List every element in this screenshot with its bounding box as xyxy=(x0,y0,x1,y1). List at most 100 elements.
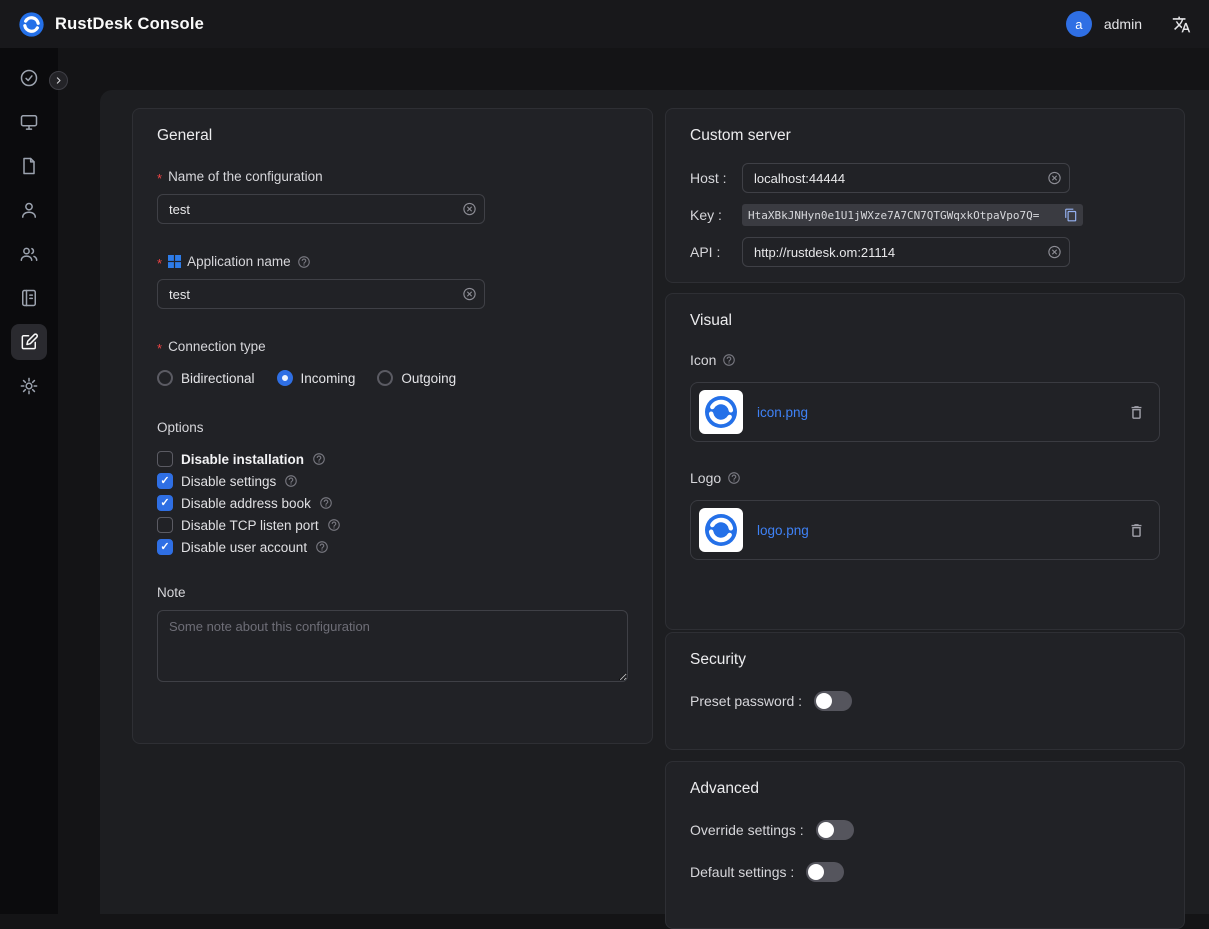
logo-label: Logo xyxy=(690,470,1160,486)
header: RustDesk Console a admin xyxy=(0,0,1209,48)
connection-type-radios: Bidirectional Incoming Outgoing xyxy=(157,370,628,386)
general-card: General * Name of the configuration * xyxy=(132,108,653,744)
preset-password-row: Preset password : xyxy=(690,691,1160,711)
override-settings-toggle[interactable] xyxy=(816,820,854,840)
application-name-label: * Application name xyxy=(157,254,628,269)
option-disable-installation[interactable]: Disable installation xyxy=(157,451,628,467)
visual-card-title: Visual xyxy=(690,312,1160,330)
connection-type-label: * Connection type xyxy=(157,339,628,354)
api-input[interactable] xyxy=(742,237,1070,267)
help-icon[interactable] xyxy=(722,353,736,367)
host-label: Host : xyxy=(690,170,742,186)
override-settings-row: Override settings : xyxy=(690,820,1160,840)
option-disable-tcp-listen-port[interactable]: Disable TCP listen port xyxy=(157,517,628,533)
help-icon[interactable] xyxy=(312,452,326,466)
key-row: Key : HtaXBkJNHyn0e1U1jWXze7A7CN7QTGWqxk… xyxy=(690,204,1160,226)
required-asterisk: * xyxy=(157,256,162,271)
override-settings-label: Override settings : xyxy=(690,822,804,838)
trash-icon[interactable] xyxy=(1128,404,1145,421)
app-title: RustDesk Console xyxy=(55,15,204,34)
custom-server-card-title: Custom server xyxy=(690,127,1160,145)
sidebar-item-documents[interactable] xyxy=(11,148,47,184)
preset-password-label: Preset password : xyxy=(690,693,802,709)
default-settings-label: Default settings : xyxy=(690,864,794,880)
radio-icon[interactable] xyxy=(157,370,173,386)
clear-icon[interactable] xyxy=(1047,171,1062,186)
note-label: Note xyxy=(157,585,628,600)
sidebar-item-settings[interactable] xyxy=(11,368,47,404)
general-card-title: General xyxy=(157,127,628,145)
sidebar-item-status[interactable] xyxy=(11,60,47,96)
radio-outgoing[interactable]: Outgoing xyxy=(377,370,456,386)
icon-preview-image xyxy=(699,390,743,434)
preset-password-toggle[interactable] xyxy=(814,691,852,711)
trash-icon[interactable] xyxy=(1128,522,1145,539)
application-name-input[interactable] xyxy=(157,279,485,309)
checkbox-icon[interactable] xyxy=(157,473,173,489)
checkbox-icon[interactable] xyxy=(157,451,173,467)
clear-icon[interactable] xyxy=(462,287,477,302)
help-icon[interactable] xyxy=(327,518,341,532)
icon-label: Icon xyxy=(690,352,1160,368)
checkbox-icon[interactable] xyxy=(157,517,173,533)
sidebar-item-devices[interactable] xyxy=(11,104,47,140)
radio-icon[interactable] xyxy=(277,370,293,386)
users-icon xyxy=(19,244,39,264)
windows-icon xyxy=(168,255,181,268)
radio-icon[interactable] xyxy=(377,370,393,386)
option-disable-settings[interactable]: Disable settings xyxy=(157,473,628,489)
required-asterisk: * xyxy=(157,171,162,186)
help-icon[interactable] xyxy=(319,496,333,510)
key-field[interactable]: HtaXBkJNHyn0e1U1jWXze7A7CN7QTGWqxkOtpaVp… xyxy=(742,204,1083,226)
clear-icon[interactable] xyxy=(462,202,477,217)
logo-file-row: logo.png xyxy=(690,500,1160,560)
api-row: API : xyxy=(690,237,1160,267)
sidebar-item-groups[interactable] xyxy=(11,236,47,272)
option-disable-address-book[interactable]: Disable address book xyxy=(157,495,628,511)
clear-icon[interactable] xyxy=(1047,245,1062,260)
help-icon[interactable] xyxy=(297,255,311,269)
api-label: API : xyxy=(690,244,742,260)
default-settings-toggle[interactable] xyxy=(806,862,844,882)
security-card: Security Preset password : xyxy=(665,632,1185,750)
avatar[interactable]: a xyxy=(1066,11,1092,37)
option-disable-user-account[interactable]: Disable user account xyxy=(157,539,628,555)
config-name-input[interactable] xyxy=(157,194,485,224)
radio-bidirectional[interactable]: Bidirectional xyxy=(157,370,255,386)
checkbox-icon[interactable] xyxy=(157,495,173,511)
security-card-title: Security xyxy=(690,651,1160,669)
settings-icon xyxy=(19,376,39,396)
sidebar xyxy=(0,48,58,914)
advanced-card-title: Advanced xyxy=(690,780,1160,798)
circle-check-icon xyxy=(19,68,39,88)
copy-icon[interactable] xyxy=(1064,208,1078,222)
help-icon[interactable] xyxy=(315,540,329,554)
host-field xyxy=(742,163,1070,193)
options-label: Options xyxy=(157,420,628,435)
config-name-label: * Name of the configuration xyxy=(157,169,628,184)
sidebar-expand-button[interactable] xyxy=(49,71,68,90)
help-icon[interactable] xyxy=(727,471,741,485)
api-field xyxy=(742,237,1070,267)
host-input[interactable] xyxy=(742,163,1070,193)
main-panel: General * Name of the configuration * xyxy=(100,90,1209,914)
sidebar-item-audit-log[interactable] xyxy=(11,280,47,316)
application-name-field xyxy=(157,279,485,309)
key-value: HtaXBkJNHyn0e1U1jWXze7A7CN7QTGWqxkOtpaVp… xyxy=(748,209,1060,222)
help-icon[interactable] xyxy=(284,474,298,488)
radio-incoming[interactable]: Incoming xyxy=(277,370,356,386)
checkbox-icon[interactable] xyxy=(157,539,173,555)
icon-file-link[interactable]: icon.png xyxy=(757,405,1114,420)
note-textarea[interactable] xyxy=(157,610,628,682)
default-settings-row: Default settings : xyxy=(690,862,1160,882)
logo-file-link[interactable]: logo.png xyxy=(757,523,1114,538)
config-name-field xyxy=(157,194,485,224)
sidebar-item-users[interactable] xyxy=(11,192,47,228)
sidebar-item-console-config[interactable] xyxy=(11,324,47,360)
advanced-card: Advanced Override settings : Default set… xyxy=(665,761,1185,929)
logo-preview-image xyxy=(699,508,743,552)
translate-icon[interactable] xyxy=(1172,15,1191,34)
user-name[interactable]: admin xyxy=(1104,16,1142,32)
key-label: Key : xyxy=(690,207,742,223)
chevron-right-icon xyxy=(54,76,63,85)
